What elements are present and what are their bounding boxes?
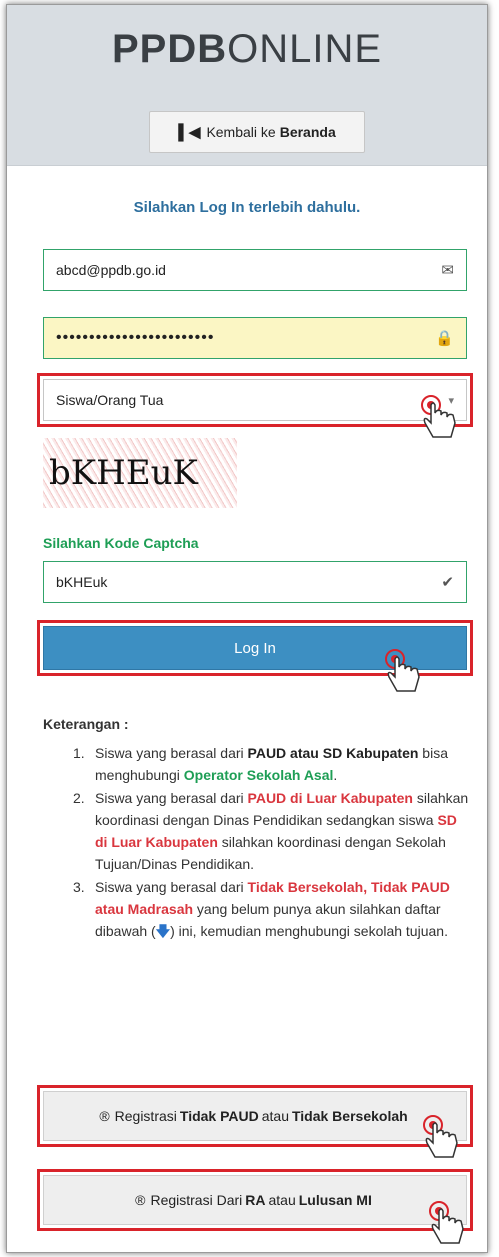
note-item-1: 1. Siswa yang berasal dari PAUD atau SD … (73, 742, 473, 786)
home-button-bold: Beranda (279, 124, 336, 140)
role-select-value: Siswa/Orang Tua (56, 392, 164, 408)
skip-back-icon: ▌◀ (178, 124, 201, 141)
note-text: ) ini, kemudian menghubungi sekolah tuju… (170, 923, 448, 939)
register-bold: Tidak Bersekolah (291, 1108, 408, 1124)
notes-title: Keterangan : (43, 716, 129, 732)
password-value: •••••••••••••••••••••••• (56, 329, 215, 346)
hand-pointer-icon (421, 395, 456, 438)
brand-light: ONLINE (227, 27, 383, 71)
brand-bold: PPDB (111, 27, 228, 71)
login-panel: PPDBONLINE ▌◀ Kembali ke Beranda Silahka… (6, 4, 488, 1253)
email-field[interactable]: abcd@ppdb.go.id ✉ (43, 249, 467, 291)
hand-pointer-icon (423, 1115, 458, 1158)
brand-logo: PPDBONLINE (7, 27, 487, 72)
note-number: 1. (73, 745, 85, 761)
register-tidak-paud-button[interactable]: ® Registrasi Tidak PAUD atau Tidak Berse… (43, 1091, 467, 1141)
captcha-input[interactable]: bKHEuk ✔ (43, 561, 467, 603)
back-to-home-button[interactable]: ▌◀ Kembali ke Beranda (149, 111, 365, 153)
arrow-down-icon: 🡇 (155, 923, 171, 939)
register-text: atau (268, 1192, 296, 1208)
registered-icon: ® (135, 1192, 146, 1208)
captcha-input-value: bKHEuk (56, 574, 108, 590)
header: PPDBONLINE ▌◀ Kembali ke Beranda (7, 5, 487, 166)
password-field[interactable]: •••••••••••••••••••••••• 🔒 (43, 317, 467, 359)
note-text: . (333, 767, 338, 783)
captcha-image: bKHEuK (43, 438, 237, 508)
note-emphasis-red: PAUD di Luar Kabupaten (247, 790, 413, 806)
register-text: atau (261, 1108, 289, 1124)
note-emphasis: PAUD atau SD Kabupaten (247, 745, 419, 761)
captcha-label: Silahkan Kode Captcha (43, 535, 199, 551)
home-button-prefix: Kembali ke (206, 124, 276, 140)
register-bold: Lulusan MI (298, 1192, 372, 1208)
note-item-2: 2. Siswa yang berasal dari PAUD di Luar … (73, 787, 473, 875)
register-text: Registrasi (114, 1108, 177, 1124)
role-select[interactable]: Siswa/Orang Tua ▾ (43, 379, 467, 421)
login-prompt: Silahkan Log In terlebih dahulu. (133, 199, 361, 216)
note-number: 2. (73, 790, 85, 806)
note-item-3: 3. Siswa yang berasal dari Tidak Berseko… (73, 876, 473, 942)
register-ra-button[interactable]: ® Registrasi Dari RA atau Lulusan MI (43, 1175, 467, 1225)
captcha-text: bKHEuK (49, 453, 198, 493)
note-emphasis-green: Operator Sekolah Asal (183, 767, 334, 783)
note-text: Siswa yang berasal dari (95, 790, 248, 806)
hand-pointer-icon (385, 649, 420, 692)
register-bold: Tidak PAUD (179, 1108, 259, 1124)
notes-list: 1. Siswa yang berasal dari PAUD atau SD … (73, 742, 473, 943)
register-bold: RA (245, 1192, 266, 1208)
note-number: 3. (73, 879, 85, 895)
note-text: Siswa yang berasal dari (95, 745, 248, 761)
hand-pointer-icon (429, 1201, 464, 1244)
register-text: Registrasi Dari (150, 1192, 243, 1208)
note-text: Siswa yang berasal dari (95, 879, 248, 895)
check-icon: ✔ (441, 574, 454, 591)
lock-icon: 🔒 (435, 330, 454, 347)
email-value: abcd@ppdb.go.id (56, 262, 166, 278)
envelope-icon: ✉ (441, 262, 454, 279)
registered-icon: ® (99, 1108, 110, 1124)
